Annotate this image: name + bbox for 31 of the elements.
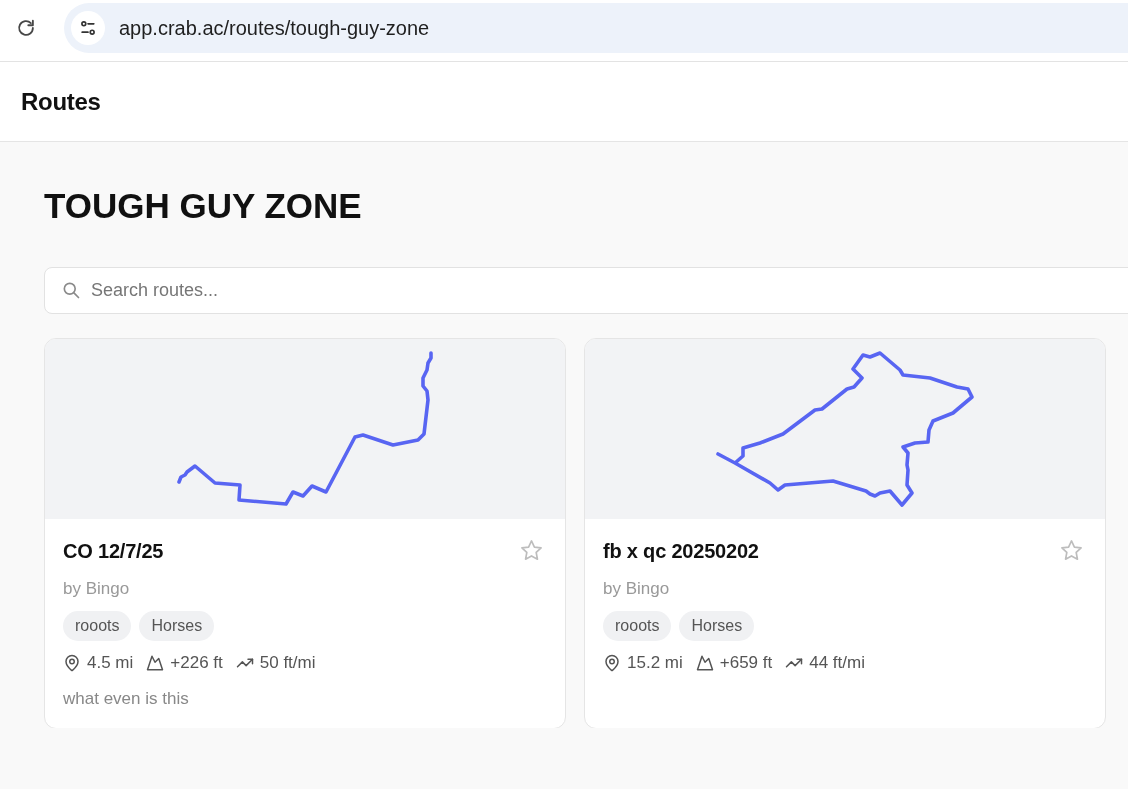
sliders-icon[interactable] — [71, 11, 105, 45]
stat-value: +226 ft — [170, 652, 223, 674]
map-pin-icon — [603, 654, 621, 672]
stat-value: +659 ft — [719, 652, 773, 674]
tag: Horses — [679, 611, 755, 641]
search-field[interactable]: Search routes... — [44, 267, 1128, 314]
search-icon — [61, 280, 81, 300]
route-title[interactable]: fb x qc 20250202 — [603, 539, 759, 563]
map-pin-icon — [63, 654, 81, 672]
route-card[interactable]: fb x qc 20250202 by Bingo rooots Horses 15.2 mi +659 ft 44 ft/mi — [584, 338, 1106, 728]
page-title: TOUGH GUY ZONE — [44, 185, 362, 227]
header-title: Routes — [21, 87, 101, 116]
reload-icon[interactable] — [15, 17, 37, 39]
route-description: what even is this — [63, 688, 189, 710]
tag: Horses — [139, 611, 215, 641]
tag: rooots — [63, 611, 132, 641]
author-text: by Bingo — [63, 578, 130, 600]
tag: rooots — [603, 611, 672, 641]
stat-value: 15.2 mi — [627, 652, 683, 674]
stat-value: 50 ft/mi — [259, 652, 316, 674]
star-icon[interactable] — [519, 538, 544, 563]
mountain-icon — [695, 654, 714, 672]
star-icon[interactable] — [1059, 538, 1084, 563]
mountain-icon — [146, 654, 165, 672]
url-text: app.crab.ac/routes/tough-guy-zone — [119, 16, 430, 40]
stat-value: 44 ft/mi — [809, 652, 865, 674]
address-bar[interactable]: app.crab.ac/routes/tough-guy-zone — [64, 3, 1128, 53]
author-text: by Bingo — [603, 578, 670, 600]
stat-value: 4.5 mi — [87, 652, 134, 674]
route-title[interactable]: CO 12/7/25 — [63, 539, 164, 563]
route-card[interactable]: CO 12/7/25 by Bingo rooots Horses 4.5 mi +226 ft 50 ft/mi what even is this — [44, 338, 566, 728]
